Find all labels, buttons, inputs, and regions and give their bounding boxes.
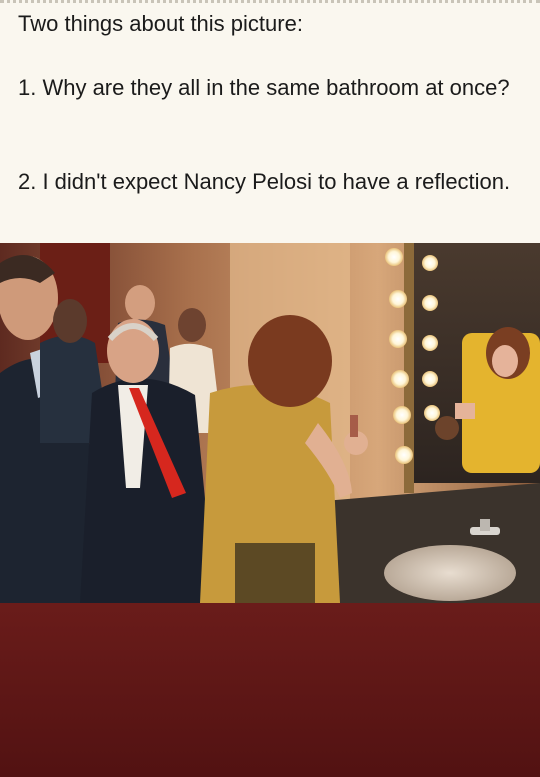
caption-line-2: 1. Why are they all in the same bathroom… bbox=[18, 75, 510, 100]
caption-line-3: 2. I didn't expect Nancy Pelosi to have … bbox=[18, 169, 511, 194]
caption-panel: Two things about this picture: 1. Why ar… bbox=[0, 0, 540, 243]
sink bbox=[384, 545, 516, 601]
background-fill bbox=[0, 603, 540, 777]
bathroom-photo bbox=[0, 243, 540, 603]
caption-line-1: Two things about this picture: bbox=[18, 11, 303, 36]
